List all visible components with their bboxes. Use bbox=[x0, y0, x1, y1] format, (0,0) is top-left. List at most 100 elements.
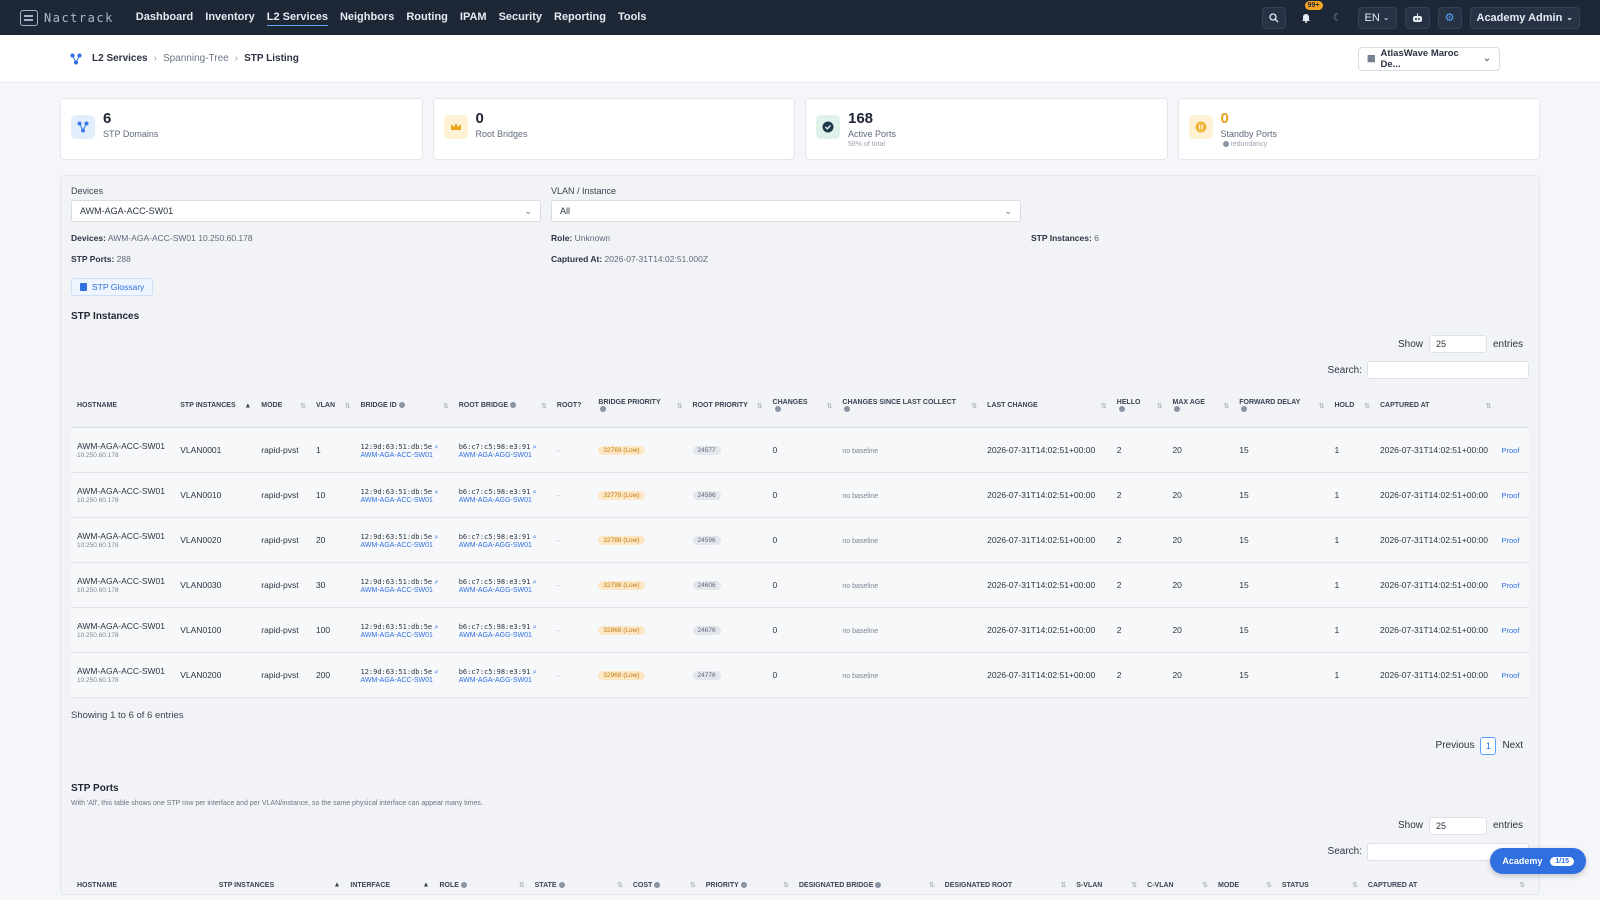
cell-mode: rapid-pvst bbox=[255, 562, 310, 608]
proof-link[interactable]: Proof bbox=[1502, 581, 1520, 590]
col-designated-root[interactable]: DESIGNATED ROOT ⇅ bbox=[938, 864, 1071, 900]
search-icon[interactable]: ⌕ bbox=[533, 444, 537, 451]
col-mode[interactable]: MODE ⇅ bbox=[1212, 864, 1276, 900]
col-max-age[interactable]: MAX AGE ⇅ bbox=[1166, 385, 1234, 428]
col-root-priority[interactable]: ROOT PRIORITY ⇅ bbox=[686, 385, 767, 428]
search-icon[interactable]: ⌕ bbox=[533, 489, 537, 496]
col-root-bridge[interactable]: ROOT BRIDGE ⇅ bbox=[452, 385, 551, 428]
search-icon[interactable]: ⌕ bbox=[435, 444, 439, 451]
previous-page-button[interactable]: Previous bbox=[1436, 740, 1475, 751]
root-host-link[interactable]: AWM-AGA-AGG-SW01 bbox=[459, 497, 545, 504]
notifications-button[interactable]: 99+ bbox=[1294, 0, 1323, 29]
search-icon[interactable]: ⌕ bbox=[435, 669, 439, 676]
nav-link-neighbors[interactable]: Neighbors bbox=[340, 9, 394, 26]
cell-changes-since: no baseline bbox=[836, 427, 982, 473]
root-host-link[interactable]: AWM-AGA-AGG-SW01 bbox=[459, 542, 545, 549]
nav-link-reporting[interactable]: Reporting bbox=[554, 9, 606, 26]
bridge-host-link[interactable]: AWM-AGA-ACC-SW01 bbox=[360, 677, 446, 684]
col-changes-since[interactable]: CHANGES SINCE LAST COLLECT ⇅ bbox=[836, 385, 982, 428]
col-stp-instances[interactable]: STP INSTANCES ▲ bbox=[212, 864, 345, 900]
cell-changes: 0 bbox=[766, 427, 837, 473]
search-icon[interactable]: ⌕ bbox=[533, 624, 537, 631]
root-host-link[interactable]: AWM-AGA-AGG-SW01 bbox=[459, 587, 545, 594]
cell-bridge-id: 12:9d:63:51:db:5e ⌕ AWM-AGA-ACC-SW01 bbox=[354, 472, 453, 518]
nav-link-routing[interactable]: Routing bbox=[406, 9, 448, 26]
academy-label: Academy bbox=[1502, 856, 1543, 866]
vlan-select[interactable]: All ⌄ bbox=[551, 200, 1021, 222]
breadcrumb-l2-services[interactable]: L2 Services bbox=[92, 53, 148, 64]
next-page-button[interactable]: Next bbox=[1502, 740, 1523, 751]
nav-link-l2-services[interactable]: L2 Services bbox=[266, 9, 328, 26]
col-hostname[interactable]: HOSTNAME bbox=[71, 864, 213, 900]
col-designated-bridge[interactable]: DESIGNATED BRIDGE ⇅ bbox=[792, 864, 939, 900]
theme-toggle-button[interactable]: ☾ bbox=[1326, 7, 1350, 29]
search-icon[interactable]: ⌕ bbox=[435, 624, 439, 631]
ports-page-size-select[interactable]: 25 bbox=[1428, 816, 1487, 835]
stp-glossary-button[interactable]: STP Glossary bbox=[71, 278, 154, 296]
devices-select[interactable]: AWM-AGA-ACC-SW01 ⌄ bbox=[71, 200, 541, 222]
root-host-link[interactable]: AWM-AGA-AGG-SW01 bbox=[459, 677, 545, 684]
search-icon[interactable]: ⌕ bbox=[435, 579, 439, 586]
assistant-button[interactable] bbox=[1404, 6, 1430, 29]
nav-link-ipam[interactable]: IPAM bbox=[460, 9, 487, 26]
language-select[interactable]: EN ⌄ bbox=[1357, 6, 1397, 29]
col-priority[interactable]: PRIORITY ⇅ bbox=[699, 864, 793, 900]
instances-search-input[interactable] bbox=[1367, 361, 1529, 379]
tenant-select[interactable]: ▦ AtlasWave Maroc De... ⌄ bbox=[1358, 46, 1500, 71]
col-root[interactable]: ROOT? bbox=[550, 385, 593, 428]
col-cost[interactable]: COST ⇅ bbox=[626, 864, 700, 900]
root-host-link[interactable]: AWM-AGA-AGG-SW01 bbox=[459, 632, 545, 639]
proof-link[interactable]: Proof bbox=[1502, 671, 1520, 680]
bridge-host-link[interactable]: AWM-AGA-ACC-SW01 bbox=[360, 632, 446, 639]
nav-link-security[interactable]: Security bbox=[499, 9, 542, 26]
col-forward-delay[interactable]: FORWARD DELAY ⇅ bbox=[1233, 385, 1329, 428]
col-stp-instances[interactable]: STP INSTANCES ▲ bbox=[174, 385, 256, 428]
host-ip: 10.250.60.178 bbox=[77, 452, 119, 459]
col-state[interactable]: STATE ⇅ bbox=[528, 864, 627, 900]
col-mode[interactable]: MODE ⇅ bbox=[255, 385, 310, 428]
search-icon[interactable]: ⌕ bbox=[533, 579, 537, 586]
crown-icon bbox=[443, 115, 468, 139]
col-vlan[interactable]: VLAN ⇅ bbox=[309, 385, 355, 428]
bridge-host-link[interactable]: AWM-AGA-ACC-SW01 bbox=[360, 497, 446, 504]
col-bridge-priority[interactable]: BRIDGE PRIORITY ⇅ bbox=[592, 385, 687, 428]
col-bridge-id[interactable]: BRIDGE ID ⇅ bbox=[354, 385, 453, 428]
col-hostname[interactable]: HOSTNAME bbox=[71, 385, 175, 428]
col-c-vlan[interactable]: C-VLAN ⇅ bbox=[1141, 864, 1213, 900]
instances-page-size-select[interactable]: 25 bbox=[1428, 335, 1487, 353]
col-s-vlan[interactable]: S-VLAN ⇅ bbox=[1070, 864, 1142, 900]
col-hello[interactable]: HELLO ⇅ bbox=[1110, 385, 1167, 428]
search-icon[interactable]: ⌕ bbox=[435, 534, 439, 541]
search-icon[interactable]: ⌕ bbox=[533, 669, 537, 676]
proof-link[interactable]: Proof bbox=[1502, 626, 1520, 635]
col-status[interactable]: STATUS ⇅ bbox=[1275, 864, 1362, 900]
proof-link[interactable]: Proof bbox=[1502, 491, 1520, 500]
col-last-change[interactable]: LAST CHANGE ⇅ bbox=[981, 385, 1111, 428]
user-menu[interactable]: Academy Admin ⌄ bbox=[1469, 6, 1580, 29]
nav-link-dashboard[interactable]: Dashboard bbox=[136, 9, 193, 26]
nav-link-tools[interactable]: Tools bbox=[618, 9, 647, 26]
bridge-host-link[interactable]: AWM-AGA-ACC-SW01 bbox=[360, 587, 446, 594]
col-hold[interactable]: HOLD ⇅ bbox=[1328, 385, 1374, 428]
sort-asc-icon: ▲ bbox=[333, 881, 341, 889]
nav-link-inventory[interactable]: Inventory bbox=[205, 9, 255, 26]
cell-captured-at: 2026-07-31T14:02:51+00:00 bbox=[1374, 427, 1496, 473]
proof-link[interactable]: Proof bbox=[1502, 446, 1520, 455]
page-1-button[interactable]: 1 bbox=[1480, 736, 1497, 755]
bridge-host-link[interactable]: AWM-AGA-ACC-SW01 bbox=[360, 452, 446, 459]
breadcrumb-spanning-tree[interactable]: Spanning-Tree bbox=[163, 53, 229, 64]
academy-button[interactable]: Academy 1/15 bbox=[1490, 848, 1586, 874]
col-changes[interactable]: CHANGES ⇅ bbox=[766, 385, 837, 428]
bridge-host-link[interactable]: AWM-AGA-ACC-SW01 bbox=[360, 542, 446, 549]
col-captured-at[interactable]: CAPTURED AT ⇅ bbox=[1374, 385, 1496, 428]
brand[interactable]: Nactrack bbox=[20, 9, 114, 26]
proof-link[interactable]: Proof bbox=[1502, 536, 1520, 545]
col-role[interactable]: ROLE ⇅ bbox=[433, 864, 529, 900]
search-icon[interactable]: ⌕ bbox=[435, 489, 439, 496]
settings-button[interactable]: ⚙ bbox=[1437, 6, 1462, 29]
col-interface[interactable]: INTERFACE ▲ bbox=[344, 864, 434, 900]
root-host-link[interactable]: AWM-AGA-AGG-SW01 bbox=[459, 452, 545, 459]
search-icon[interactable]: ⌕ bbox=[533, 534, 537, 541]
info-icon bbox=[740, 881, 747, 888]
search-button[interactable] bbox=[1261, 6, 1286, 29]
